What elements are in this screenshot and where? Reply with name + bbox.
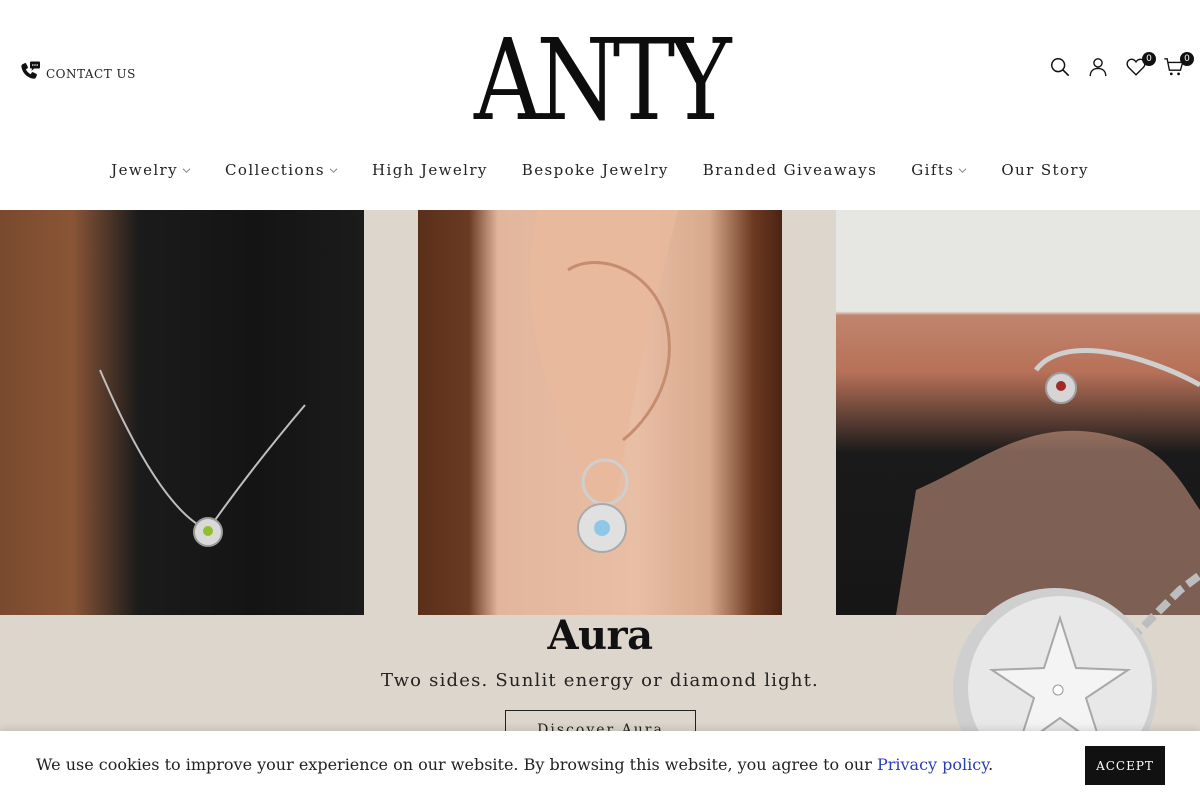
contact-us-link[interactable]: CONTACT US <box>18 60 136 88</box>
main-navigation: Jewelry Collections High Jewelry Bespoke… <box>0 158 1200 182</box>
nav-item-label: Collections <box>225 161 326 179</box>
nav-item-bespoke-jewelry[interactable]: Bespoke Jewelry <box>505 158 686 182</box>
wishlist-count-badge: 0 <box>1142 52 1156 66</box>
hero-image-earring <box>418 210 782 615</box>
account-button[interactable] <box>1086 56 1110 82</box>
wishlist-button[interactable]: 0 <box>1124 52 1156 82</box>
privacy-policy-link[interactable]: Privacy policy <box>877 755 988 774</box>
brand-logo[interactable]: ANTY <box>474 22 732 138</box>
search-icon <box>1049 56 1071 82</box>
cookie-consent-bar: We use cookies to improve your experienc… <box>0 731 1200 800</box>
cart-button[interactable]: 0 <box>1162 52 1194 82</box>
nav-item-jewelry[interactable]: Jewelry <box>94 158 208 182</box>
nav-item-label: High Jewelry <box>372 161 488 179</box>
logo-text: ANTY <box>473 14 732 146</box>
search-button[interactable] <box>1048 56 1072 82</box>
header-actions: 0 0 <box>1048 52 1194 82</box>
chevron-down-icon <box>182 167 191 173</box>
nav-item-gifts[interactable]: Gifts <box>894 158 984 182</box>
nav-item-label: Gifts <box>911 161 955 179</box>
nav-item-branded-giveaways[interactable]: Branded Giveaways <box>686 158 894 182</box>
nav-item-label: Branded Giveaways <box>702 161 878 179</box>
nav-item-high-jewelry[interactable]: High Jewelry <box>355 158 505 182</box>
cookie-message: We use cookies to improve your experienc… <box>36 755 993 774</box>
nav-item-our-story[interactable]: Our Story <box>984 158 1105 182</box>
cookie-message-period: . <box>988 755 994 774</box>
nav-item-label: Bespoke Jewelry <box>521 161 669 179</box>
hero-banner: Aura Two sides. Sunlit energy or diamond… <box>0 210 1200 800</box>
cart-count-badge: 0 <box>1180 52 1194 66</box>
contact-us-label: CONTACT US <box>46 67 136 81</box>
nav-item-label: Jewelry <box>111 161 179 179</box>
hero-image-necklace <box>0 210 364 615</box>
nav-item-collections[interactable]: Collections <box>208 158 355 182</box>
accept-cookies-button[interactable]: ACCEPT <box>1085 746 1165 785</box>
hero-image-bracelet <box>836 210 1200 615</box>
chevron-down-icon <box>958 167 967 173</box>
user-icon <box>1087 56 1109 82</box>
cookie-message-text: We use cookies to improve your experienc… <box>36 755 872 774</box>
chevron-down-icon <box>329 167 338 173</box>
site-header: CONTACT US ANTY 0 0 Jewelry Collections … <box>0 0 1200 210</box>
phone-chat-icon <box>18 60 42 88</box>
nav-item-label: Our Story <box>1001 161 1089 179</box>
